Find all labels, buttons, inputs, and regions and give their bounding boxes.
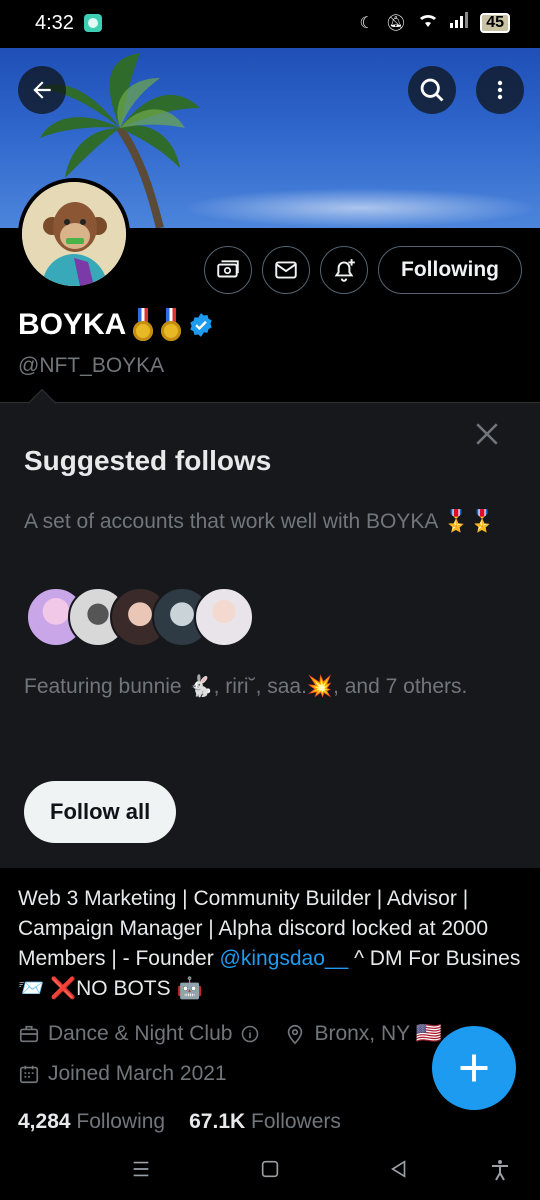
profile-handle: @NFT_BOYKA: [18, 354, 165, 377]
medal-icon: [132, 308, 154, 342]
suggested-follows-card: Suggested follows A set of accounts that…: [0, 388, 540, 868]
home-square-icon[interactable]: [259, 1158, 281, 1180]
notification-app-icon: [84, 14, 102, 32]
suggested-avatars[interactable]: [26, 587, 254, 647]
accessibility-icon[interactable]: [488, 1158, 512, 1182]
profile-name: BOYKA: [18, 308, 127, 341]
system-icons: ☾ 🔕︎ 45: [360, 12, 510, 33]
recents-menu-icon[interactable]: [130, 1158, 152, 1180]
card-notch: [27, 388, 57, 418]
status-time: 4:32: [35, 12, 74, 34]
mute-icon: 🔕︎: [385, 14, 407, 32]
followers-count: 67.1K: [189, 1110, 246, 1133]
plus-icon: [460, 1054, 488, 1082]
suggested-avatar[interactable]: [194, 587, 254, 647]
following-label: Following: [76, 1110, 166, 1133]
subscribe-button[interactable]: [204, 246, 253, 294]
system-navigation-bar: [0, 1140, 540, 1200]
suggested-title: Suggested follows: [24, 445, 272, 476]
profile-category: Dance & Night Club: [48, 1022, 233, 1045]
medal-icon: [160, 308, 182, 342]
location-pin-icon: [288, 1024, 303, 1045]
compose-post-button[interactable]: [432, 1026, 516, 1110]
signal-icon: [450, 12, 469, 33]
bio-mention-link[interactable]: @kingsdao__: [220, 947, 349, 970]
search-icon: [420, 78, 444, 102]
info-icon[interactable]: [240, 1024, 260, 1044]
cloud-decoration: [180, 188, 540, 228]
back-arrow-icon: [33, 81, 51, 99]
verified-badge-icon[interactable]: [188, 312, 214, 338]
ape-avatar-image: [22, 182, 126, 286]
dnd-moon-icon: ☾: [359, 14, 374, 32]
status-bar: 4:32 ☾ 🔕︎ 45: [0, 0, 540, 48]
profile-location: Bronx, NY 🇺🇸: [314, 1022, 442, 1045]
follow-counts: 4,284 Following 67.1K Followers: [18, 1110, 341, 1134]
featuring-text[interactable]: Featuring bunnie 🐇, riri˘, saa.💥, and 7 …: [24, 675, 467, 699]
suggested-description: A set of accounts that work well with BO…: [24, 510, 496, 533]
profile-actions: Following: [204, 246, 522, 294]
calendar-icon: [19, 1065, 39, 1084]
profile-joined-row: Joined March 2021: [18, 1062, 227, 1086]
notifications-button[interactable]: [320, 246, 369, 294]
wifi-icon: [418, 12, 438, 33]
profile-bio: Web 3 Marketing | Community Builder | Ad…: [18, 884, 523, 1004]
back-button[interactable]: [18, 66, 66, 114]
profile-meta-row: Dance & Night Club Bronx, NY 🇺🇸: [18, 1022, 442, 1046]
more-vertical-icon: [497, 80, 503, 100]
followers-count-link[interactable]: 67.1K Followers: [189, 1110, 341, 1134]
following-count: 4,284: [18, 1110, 71, 1133]
close-icon[interactable]: [474, 421, 500, 447]
profile-name-row: BOYKA: [18, 308, 214, 342]
following-count-link[interactable]: 4,284 Following: [18, 1110, 165, 1134]
following-button[interactable]: Following: [378, 246, 522, 294]
back-triangle-icon[interactable]: [388, 1158, 410, 1180]
follow-all-button[interactable]: Follow all: [24, 781, 177, 843]
battery-icon: 45: [480, 12, 510, 33]
money-icon: [217, 260, 239, 278]
more-options-button[interactable]: [476, 66, 524, 114]
briefcase-icon: [19, 1025, 39, 1043]
message-button[interactable]: [262, 246, 311, 294]
search-button[interactable]: [408, 66, 456, 114]
followers-label: Followers: [251, 1110, 341, 1133]
envelope-icon: [275, 261, 297, 279]
bell-plus-icon: [334, 259, 355, 282]
profile-joined-date: Joined March 2021: [48, 1062, 227, 1085]
profile-avatar[interactable]: [18, 178, 130, 290]
